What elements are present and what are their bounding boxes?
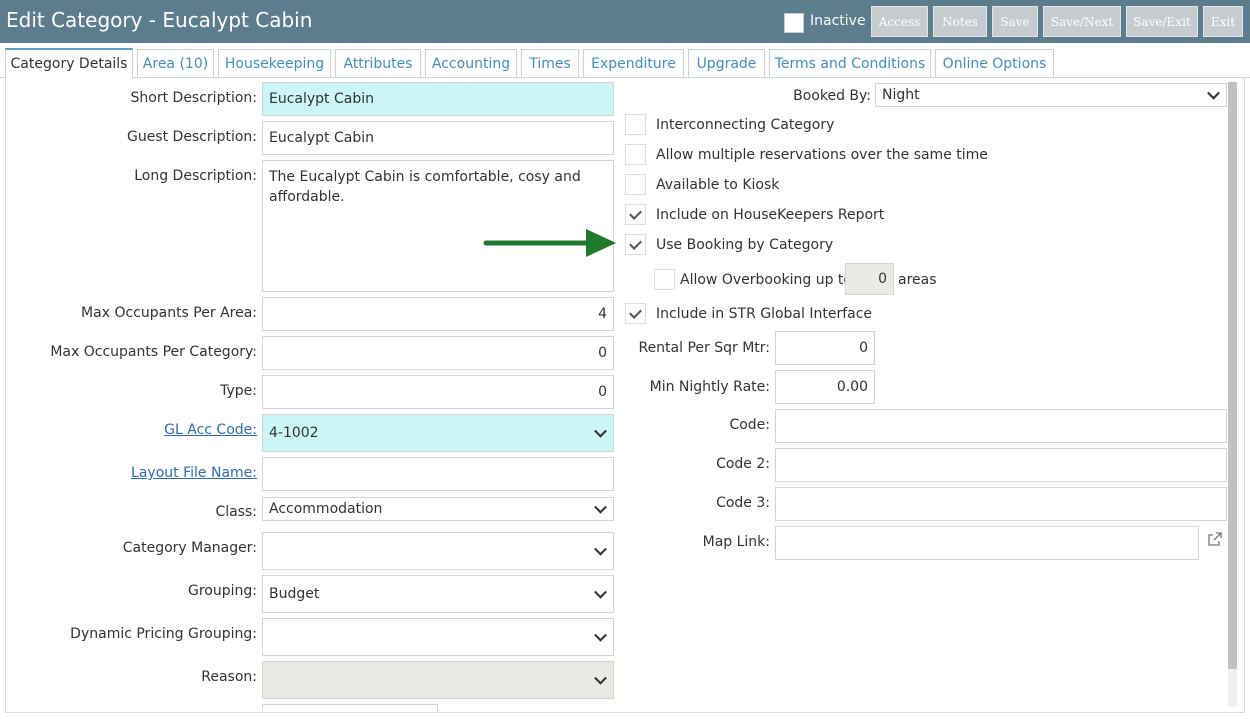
class-select[interactable]: Accommodation	[262, 497, 614, 521]
grouping-select[interactable]: Budget	[262, 575, 614, 613]
checkmark-icon	[629, 306, 642, 319]
available-to-kiosk-label: Available to Kiosk	[656, 177, 780, 193]
areas-suffix-label: areas	[898, 272, 937, 288]
allow-multiple-reservations-label: Allow multiple reservations over the sam…	[656, 147, 988, 163]
rental-per-sqr-mtr-input[interactable]: 0	[775, 331, 875, 365]
checkmark-icon	[629, 237, 642, 250]
min-nightly-rate-input[interactable]: 0.00	[775, 370, 875, 404]
allow-overbooking-checkbox[interactable]	[654, 269, 675, 290]
long-description-label: Long Description:	[134, 168, 257, 184]
rental-per-sqr-mtr-label: Rental Per Sqr Mtr:	[638, 340, 770, 356]
overbooking-areas-input[interactable]: 0	[845, 263, 894, 295]
interconnecting-category-checkbox[interactable]	[625, 114, 646, 135]
include-housekeepers-report-checkbox[interactable]	[625, 204, 646, 225]
use-booking-by-category-checkbox[interactable]	[625, 234, 646, 255]
notes-button[interactable]: Notes	[933, 6, 987, 37]
grouping-value: Budget	[269, 586, 320, 602]
tab-terms-and-conditions[interactable]: Terms and Conditions	[769, 49, 931, 77]
include-housekeepers-report-label: Include on HouseKeepers Report	[656, 207, 885, 223]
chevron-down-icon	[594, 542, 607, 556]
category-manager-select[interactable]	[262, 532, 614, 570]
tab-area[interactable]: Area (10)	[137, 49, 214, 77]
code-input[interactable]	[775, 409, 1227, 443]
checkmark-icon	[629, 207, 642, 220]
exit-button[interactable]: Exit	[1203, 6, 1243, 37]
interconnecting-category-label: Interconnecting Category	[656, 117, 835, 133]
tab-accounting[interactable]: Accounting	[425, 49, 517, 77]
class-label: Class:	[215, 504, 257, 520]
tab-housekeeping[interactable]: Housekeeping	[218, 49, 331, 77]
gl-acc-code-select[interactable]: 4-1002	[262, 414, 614, 452]
type-input[interactable]: 0	[262, 375, 614, 409]
chevron-down-icon	[594, 424, 607, 438]
tab-bar: Category Details Area (10) Housekeeping …	[0, 43, 1250, 78]
inactive-checkbox[interactable]	[784, 13, 804, 33]
min-nightly-rate-label: Min Nightly Rate:	[649, 379, 770, 395]
save-next-button[interactable]: Save/Next	[1043, 6, 1121, 37]
tab-expenditure[interactable]: Expenditure	[583, 49, 684, 77]
chevron-down-icon	[594, 628, 607, 642]
short-description-label: Short Description:	[130, 90, 257, 106]
code-label: Code:	[729, 417, 770, 433]
max-occupants-category-input[interactable]: 0	[262, 336, 614, 370]
include-str-global-label: Include in STR Global Interface	[656, 306, 873, 322]
arrow-pointer-icon	[483, 229, 616, 257]
tab-category-details[interactable]: Category Details	[5, 48, 133, 78]
guest-description-label: Guest Description:	[126, 129, 257, 145]
type-label: Type:	[220, 383, 257, 399]
reason-label: Reason:	[201, 669, 257, 685]
booked-by-label: Booked By:	[793, 88, 871, 104]
code-2-label: Code 2:	[716, 456, 770, 472]
allow-overbooking-label: Allow Overbooking up to	[680, 272, 852, 288]
external-link-icon[interactable]	[1207, 531, 1223, 547]
dynamic-pricing-grouping-label: Dynamic Pricing Grouping:	[70, 626, 257, 642]
reason-select[interactable]	[262, 661, 614, 699]
save-exit-button[interactable]: Save/Exit	[1126, 6, 1198, 37]
save-button[interactable]: Save	[992, 6, 1038, 37]
use-booking-by-category-label: Use Booking by Category	[656, 237, 834, 253]
code-3-label: Code 3:	[716, 495, 770, 511]
booked-by-select[interactable]: Night	[875, 83, 1227, 107]
include-str-global-checkbox[interactable]	[625, 303, 646, 324]
chevron-down-icon	[594, 500, 607, 514]
tab-upgrade[interactable]: Upgrade	[688, 49, 765, 77]
inactive-label: Inactive	[810, 13, 866, 29]
allow-multiple-reservations-checkbox[interactable]	[625, 144, 646, 165]
access-button[interactable]: Access	[871, 6, 928, 37]
chevron-down-icon	[594, 671, 607, 685]
tab-online-options[interactable]: Online Options	[935, 49, 1054, 77]
short-description-input[interactable]: Eucalypt Cabin	[262, 82, 614, 116]
next-field-partial[interactable]	[262, 704, 438, 712]
booked-by-value: Night	[882, 87, 920, 103]
title-bar: Edit Category - Eucalypt Cabin Inactive …	[0, 0, 1250, 43]
scrollbar-thumb[interactable]	[1228, 82, 1237, 669]
map-link-label: Map Link:	[702, 534, 770, 550]
dynamic-pricing-grouping-select[interactable]	[262, 618, 614, 656]
page-title: Edit Category - Eucalypt Cabin	[6, 8, 313, 32]
chevron-down-icon	[594, 585, 607, 599]
map-link-input[interactable]	[775, 526, 1199, 560]
chevron-down-icon	[1207, 86, 1220, 100]
gl-acc-code-link[interactable]: GL Acc Code:	[164, 422, 257, 438]
available-to-kiosk-checkbox[interactable]	[625, 174, 646, 195]
tab-attributes[interactable]: Attributes	[335, 49, 421, 77]
layout-file-name-link[interactable]: Layout File Name:	[131, 465, 257, 481]
gl-acc-code-value: 4-1002	[269, 425, 319, 441]
guest-description-input[interactable]: Eucalypt Cabin	[262, 121, 614, 155]
layout-file-name-input[interactable]	[262, 457, 614, 491]
max-occupants-area-label: Max Occupants Per Area:	[81, 305, 257, 321]
max-occupants-area-input[interactable]: 4	[262, 297, 614, 331]
code-3-input[interactable]	[775, 487, 1227, 521]
class-value: Accommodation	[269, 501, 383, 517]
grouping-label: Grouping:	[188, 583, 257, 599]
max-occupants-category-label: Max Occupants Per Category:	[50, 344, 257, 360]
code-2-input[interactable]	[775, 448, 1227, 482]
category-manager-label: Category Manager:	[122, 540, 257, 556]
tab-times[interactable]: Times	[521, 49, 579, 77]
